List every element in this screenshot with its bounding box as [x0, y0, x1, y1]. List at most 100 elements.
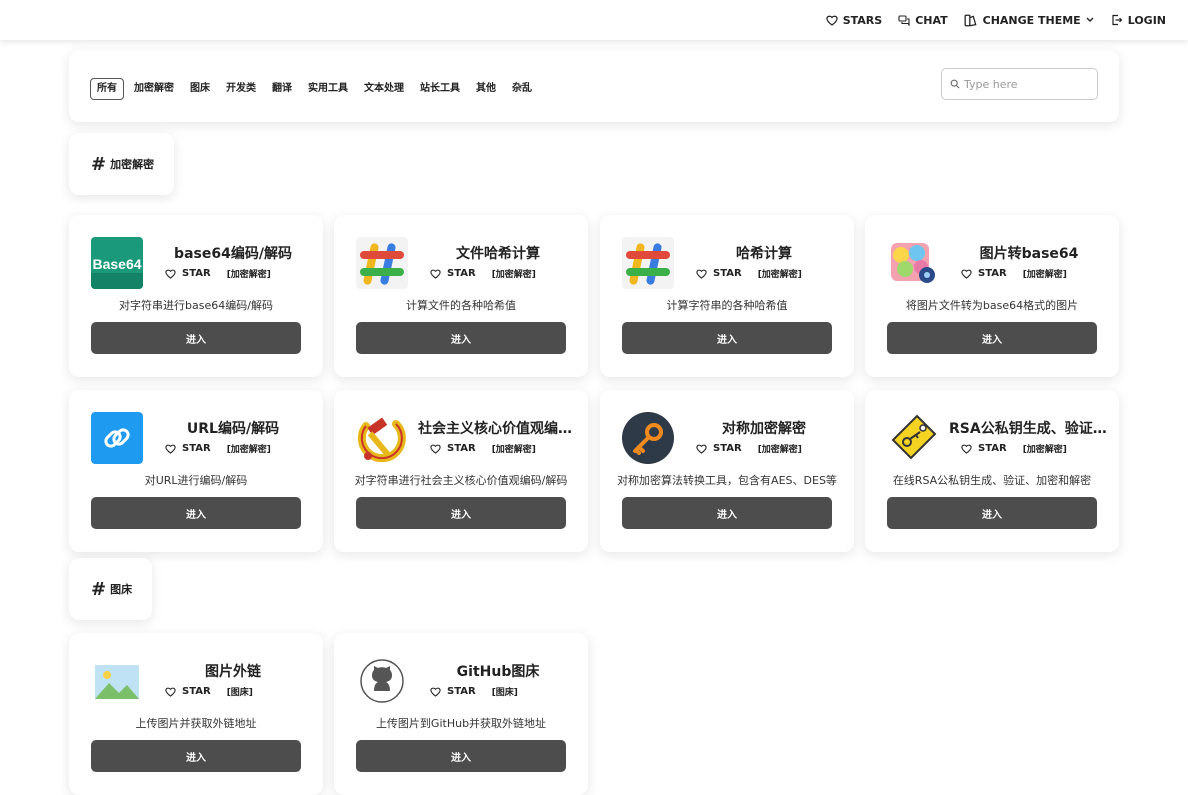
heart-icon	[165, 444, 176, 454]
heart-icon	[165, 269, 176, 279]
section-header: # 图床	[69, 558, 153, 620]
heart-icon	[696, 269, 707, 279]
filter-chip[interactable]: 所有	[90, 78, 124, 100]
tool-description: 上传图片并获取外链地址	[135, 717, 257, 730]
link-icon	[91, 412, 143, 464]
change-theme-label: CHANGE THEME	[982, 13, 1081, 27]
filter-chip[interactable]: 图床	[184, 79, 216, 99]
star-button[interactable]: STAR	[961, 443, 1007, 454]
enter-button[interactable]: 进入	[91, 740, 301, 772]
chat-button[interactable]: CHAT	[898, 13, 948, 27]
stars-button[interactable]: STARS	[826, 14, 882, 27]
star-label: STAR	[182, 686, 211, 697]
star-label: STAR	[447, 443, 476, 454]
star-label: STAR	[713, 443, 742, 454]
tool-description: 在线RSA公私钥生成、验证、加密和解密	[892, 474, 1092, 487]
tool-meta: STAR [图床]	[165, 685, 253, 698]
tool-card: GitHub图床 STAR [图床] 上传图片到GitHub并获取外链地址 进入	[334, 633, 588, 795]
heart-icon	[961, 269, 972, 279]
star-button[interactable]: STAR	[165, 686, 211, 697]
heart-icon	[430, 687, 441, 697]
tool-name: 对称加密解密	[722, 421, 806, 437]
star-label: STAR	[978, 268, 1007, 279]
search-icon	[950, 79, 960, 89]
login-button[interactable]: LOGIN	[1111, 14, 1166, 27]
filter-chip[interactable]: 杂乱	[506, 79, 538, 99]
star-button[interactable]: STAR	[165, 443, 211, 454]
tool-description: 上传图片到GitHub并获取外链地址	[375, 717, 547, 730]
tool-meta: STAR [图床]	[430, 685, 518, 698]
enter-button[interactable]: 进入	[356, 497, 566, 529]
filter-chip[interactable]: 开发类	[220, 79, 262, 99]
chat-icon	[898, 14, 910, 26]
section-header: # 加密解密	[69, 133, 175, 195]
heart-icon	[826, 15, 838, 26]
tool-category: [加密解密]	[491, 445, 536, 455]
top-navbar: STARS CHAT CHANGE THEME LOGIN	[0, 0, 1188, 40]
filter-chip[interactable]: 站长工具	[414, 79, 466, 99]
filter-chip[interactable]: 其他	[470, 79, 502, 99]
category-chips: 所有 加密解密 图床 开发类 翻译 实用工具 文本处理 站长工具 其他 杂乱	[90, 78, 542, 100]
tool-card: URL编码/解码 STAR [加密解密] 对URL进行编码/解码 进入	[69, 390, 323, 552]
enter-button[interactable]: 进入	[887, 322, 1097, 354]
star-button[interactable]: STAR	[696, 443, 742, 454]
filter-chip[interactable]: 翻译	[266, 79, 298, 99]
enter-button[interactable]: 进入	[356, 322, 566, 354]
filter-chip[interactable]: 实用工具	[302, 79, 354, 99]
search-input[interactable]	[964, 77, 1084, 91]
hash-icon: #	[91, 578, 107, 600]
login-icon	[1112, 14, 1123, 26]
star-button[interactable]: STAR	[430, 443, 476, 454]
enter-button[interactable]: 进入	[622, 497, 832, 529]
heart-icon	[696, 444, 707, 454]
tool-category: [图床]	[226, 688, 253, 698]
enter-button[interactable]: 进入	[91, 497, 301, 529]
star-label: STAR	[182, 443, 211, 454]
star-button[interactable]: STAR	[430, 268, 476, 279]
tool-card: 图片转base64 STAR [加密解密] 将图片文件转为base64格式的图片进入	[865, 215, 1119, 377]
hash-icon	[622, 237, 674, 289]
heart-icon	[961, 444, 972, 454]
tool-meta: STAR [加密解密]	[961, 442, 1067, 455]
tool-category: [加密解密]	[491, 270, 536, 280]
stars-label: STARS	[842, 13, 883, 27]
tool-description: 将图片文件转为base64格式的图片	[905, 299, 1079, 312]
tool-card: 对称加密解密 STAR [加密解密] 对称加密算法转换工具，包含有AES、DES等进入	[600, 390, 854, 552]
tool-description: 计算文件的各种哈希值	[406, 299, 516, 312]
tool-category: [加密解密]	[226, 445, 271, 455]
tool-name: 图片转base64	[979, 246, 1079, 262]
enter-button[interactable]: 进入	[91, 322, 301, 354]
enter-button[interactable]: 进入	[622, 322, 832, 354]
category-filter-bar: 所有 加密解密 图床 开发类 翻译 实用工具 文本处理 站长工具 其他 杂乱	[69, 50, 1119, 122]
tool-meta: STAR [加密解密]	[696, 442, 802, 455]
chat-label: CHAT	[915, 13, 948, 27]
tool-name: 文件哈希计算	[456, 246, 540, 262]
filter-chip[interactable]: 加密解密	[128, 79, 180, 99]
key-tag-icon	[887, 412, 939, 464]
image-convert-icon	[887, 237, 939, 289]
filter-chip[interactable]: 文本处理	[358, 79, 410, 99]
star-button[interactable]: STAR	[430, 686, 476, 697]
tool-meta: STAR [加密解密]	[165, 267, 271, 280]
tool-meta: STAR [加密解密]	[165, 442, 271, 455]
change-theme-button[interactable]: CHANGE THEME	[964, 14, 1095, 27]
star-button[interactable]: STAR	[696, 268, 742, 279]
enter-button[interactable]: 进入	[356, 740, 566, 772]
tool-name: base64编码/解码	[174, 246, 292, 262]
star-label: STAR	[447, 268, 476, 279]
tool-name: 图片外链	[205, 664, 261, 680]
star-button[interactable]: STAR	[165, 268, 211, 279]
hammer-sickle-icon	[356, 412, 408, 464]
hash-icon	[356, 237, 408, 289]
search-box[interactable]	[941, 68, 1098, 100]
enter-button[interactable]: 进入	[887, 497, 1097, 529]
tool-meta: STAR [加密解密]	[961, 267, 1067, 280]
tool-name: URL编码/解码	[186, 421, 280, 437]
star-label: STAR	[978, 443, 1007, 454]
tool-description: 对称加密算法转换工具，包含有AES、DES等	[617, 474, 837, 487]
tool-name: 社会主义核心价值观编解码	[418, 421, 578, 437]
tool-name: 哈希计算	[736, 246, 792, 262]
star-button[interactable]: STAR	[961, 268, 1007, 279]
tool-category: [加密解密]	[757, 270, 802, 280]
tool-meta: STAR [加密解密]	[430, 442, 536, 455]
